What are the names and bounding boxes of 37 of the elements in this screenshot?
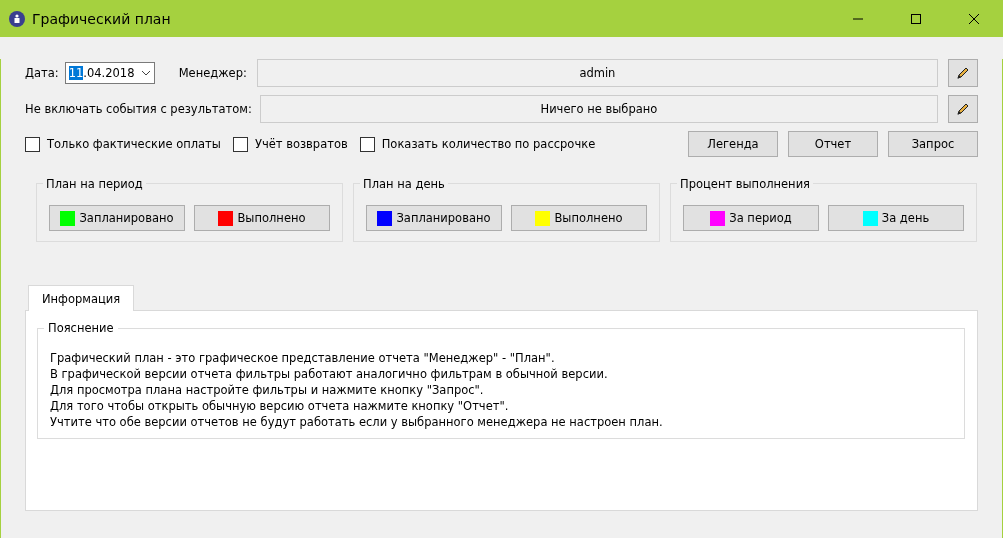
explanation-text: Для просмотра плана настройте фильтры и нажмите кнопку "Запрос".: [50, 382, 485, 398]
tab[interactable]: Информация: [28, 285, 135, 311]
date-field[interactable]: 11.04.2018: [64, 62, 155, 84]
action-button[interactable]: Отчет: [788, 131, 878, 157]
pencil-icon: [955, 65, 971, 81]
manager-field[interactable]: admin: [256, 59, 938, 87]
pencil-icon: [955, 101, 971, 117]
explanation-text: В графической версии отчета фильтры работают аналогично фильтрам в обычной версии.: [50, 366, 609, 382]
chevron-down-icon: [140, 70, 151, 76]
maximize-icon: [910, 12, 922, 25]
legend-button[interactable]: Запланировано: [49, 205, 185, 231]
explanation-text: Графический план - это графическое представление отчета "Менеджер" - "План".: [50, 350, 556, 366]
edit-button[interactable]: [948, 59, 978, 87]
legend-button[interactable]: За день: [828, 205, 964, 231]
checkbox[interactable]: Показать количество по рассрочке: [359, 136, 596, 152]
checkbox[interactable]: Учёт возвратов: [232, 136, 348, 152]
edit-button[interactable]: [948, 95, 978, 123]
group-title: План на период: [43, 177, 146, 191]
legend-button[interactable]: Выполнено: [194, 205, 330, 231]
action-button[interactable]: Легенда: [688, 131, 778, 157]
group-title: Пояснение: [44, 321, 118, 335]
legend-button[interactable]: За период: [683, 205, 819, 231]
exclude-label: Не включать события с результатом:: [25, 102, 252, 116]
app-icon: [8, 9, 26, 28]
date-label: Дата:: [25, 66, 59, 80]
group-title: План на день: [360, 177, 448, 191]
action-button[interactable]: Запрос: [888, 131, 978, 157]
legend-button[interactable]: Выполнено: [511, 205, 647, 231]
exclude-field[interactable]: Ничего не выбрано: [259, 95, 938, 123]
close-icon: [968, 12, 980, 25]
window-title: Графический план: [32, 10, 172, 27]
explanation-text: Учтите что обе версии отчетов не будут работать если у выбранного менеджера не настроен план.: [50, 414, 664, 430]
manager-label: Менеджер:: [178, 66, 247, 80]
checkbox[interactable]: Только фактические оплаты: [25, 136, 221, 152]
group-title: Процент выполнения: [677, 177, 814, 191]
explanation-text: Для того чтобы открыть обычную версию отчета нажмите кнопку "Отчет".: [50, 398, 510, 414]
legend-button[interactable]: Запланировано: [366, 205, 502, 231]
